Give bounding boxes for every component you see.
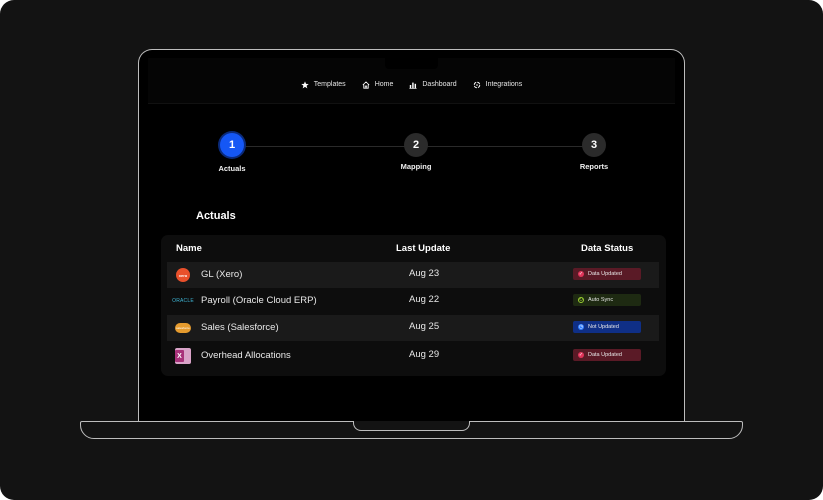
- progress-stepper: 1 Actuals 2 Mapping 3 Reports: [148, 133, 675, 183]
- sync-icon: ↻: [578, 297, 584, 303]
- row-name: GL (Xero): [201, 269, 243, 280]
- status-label: Not Updated: [588, 324, 619, 330]
- xero-logo-text: xero: [178, 272, 188, 278]
- step-reports[interactable]: 3 Reports: [554, 133, 634, 171]
- table-row[interactable]: xero GL (Xero) Aug 23 ✓ Data Updated: [167, 262, 659, 288]
- status-badge: ↻ Auto Sync: [573, 294, 641, 306]
- nav-dashboard[interactable]: Dashboard: [409, 81, 457, 89]
- integrations-icon: [473, 81, 480, 88]
- row-name: Overhead Allocations: [201, 350, 291, 361]
- check-icon: ✓: [578, 271, 584, 277]
- status-badge: ◷ Not Updated: [573, 321, 641, 333]
- header-data-status: Data Status: [581, 243, 634, 254]
- nav-templates-label: Templates: [313, 81, 346, 88]
- step-label: Mapping: [400, 162, 432, 171]
- nav-templates[interactable]: Templates: [301, 80, 346, 89]
- integrations-table: Name Last Update Data Status xero GL (Xe…: [161, 235, 666, 376]
- row-last-update: Aug 25: [409, 321, 440, 332]
- oracle-logo-text: ORACLE: [172, 298, 194, 304]
- table-row[interactable]: salesforce Sales (Salesforce) Aug 25 ◷ N…: [167, 315, 659, 341]
- xero-logo: xero: [175, 268, 191, 282]
- status-label: Data Updated: [588, 352, 622, 358]
- excel-logo: X: [175, 348, 191, 364]
- nav-home[interactable]: Home: [362, 80, 394, 89]
- nav-integrations[interactable]: Integrations: [473, 81, 523, 89]
- table-row[interactable]: ORACLE Payroll (Oracle Cloud ERP) Aug 22…: [167, 288, 659, 314]
- laptop-notch: [385, 58, 438, 69]
- laptop-trackpad-notch: [353, 421, 470, 431]
- row-last-update: Aug 23: [409, 268, 440, 279]
- laptop-screen: Templates Home Dashboard Integrations 1 …: [148, 58, 675, 402]
- clock-icon: ◷: [578, 324, 584, 330]
- header-name: Name: [176, 243, 202, 254]
- nav-home-label: Home: [374, 81, 394, 88]
- header-last-update: Last Update: [396, 243, 451, 254]
- table-header: Name Last Update Data Status: [161, 235, 666, 262]
- step-number: 3: [582, 133, 606, 157]
- status-badge: ✓ Data Updated: [573, 349, 641, 361]
- status-label: Data Updated: [588, 271, 622, 277]
- check-icon: ✓: [578, 352, 584, 358]
- row-name: Payroll (Oracle Cloud ERP): [201, 295, 317, 306]
- row-last-update: Aug 22: [409, 294, 440, 305]
- status-badge: ✓ Data Updated: [573, 268, 641, 280]
- step-mapping[interactable]: 2 Mapping: [376, 133, 456, 171]
- table-row[interactable]: X Overhead Allocations Aug 29 ✓ Data Upd…: [167, 343, 659, 369]
- step-label: Actuals: [218, 164, 246, 173]
- excel-logo-text: X: [177, 352, 182, 360]
- step-number: 2: [404, 133, 428, 157]
- background-card: Templates Home Dashboard Integrations 1 …: [0, 0, 823, 500]
- section-title: Actuals: [196, 210, 236, 222]
- row-last-update: Aug 29: [409, 349, 440, 360]
- nav-dashboard-label: Dashboard: [422, 81, 457, 88]
- bar-chart-icon: [409, 82, 417, 89]
- status-label: Auto Sync: [588, 297, 614, 303]
- step-actuals[interactable]: 1 Actuals: [192, 133, 272, 173]
- salesforce-logo: salesforce: [175, 321, 191, 335]
- row-name: Sales (Salesforce): [201, 322, 279, 333]
- step-label: Reports: [579, 162, 609, 171]
- star-icon: [301, 80, 309, 88]
- home-icon: [362, 80, 370, 89]
- step-number: 1: [220, 133, 244, 157]
- oracle-logo: ORACLE: [171, 294, 195, 308]
- salesforce-logo-text: salesforce: [176, 326, 190, 330]
- nav-integrations-label: Integrations: [485, 81, 523, 88]
